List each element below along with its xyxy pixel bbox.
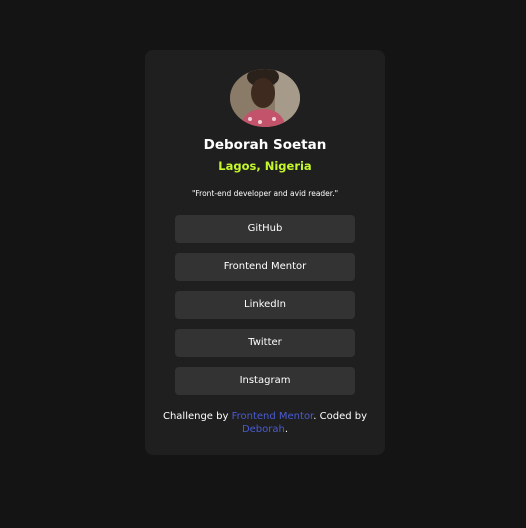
frontend-mentor-attribution-link[interactable]: Frontend Mentor bbox=[232, 411, 314, 422]
frontend-mentor-link-button[interactable]: Frontend Mentor bbox=[175, 253, 355, 281]
social-links: GitHub Frontend Mentor LinkedIn Twitter … bbox=[175, 215, 355, 405]
author-link[interactable]: Deborah bbox=[242, 424, 285, 435]
instagram-link-button[interactable]: Instagram bbox=[175, 367, 355, 395]
profile-location: Lagos, Nigeria bbox=[218, 159, 312, 173]
attribution-prefix: Challenge by bbox=[162, 411, 232, 422]
avatar bbox=[230, 69, 300, 127]
profile-card: Deborah Soetan Lagos, Nigeria "Front-end… bbox=[145, 50, 385, 455]
profile-bio: "Front-end developer and avid reader." bbox=[191, 189, 339, 198]
twitter-link-button[interactable]: Twitter bbox=[175, 329, 355, 357]
attribution: Challenge by Frontend Mentor. Coded by D… bbox=[160, 410, 370, 436]
linkedin-link-button[interactable]: LinkedIn bbox=[175, 291, 355, 319]
attribution-middle: . Coded by bbox=[313, 411, 368, 422]
profile-name: Deborah Soetan bbox=[203, 137, 327, 153]
github-link-button[interactable]: GitHub bbox=[175, 215, 355, 243]
attribution-suffix: . bbox=[284, 424, 289, 435]
